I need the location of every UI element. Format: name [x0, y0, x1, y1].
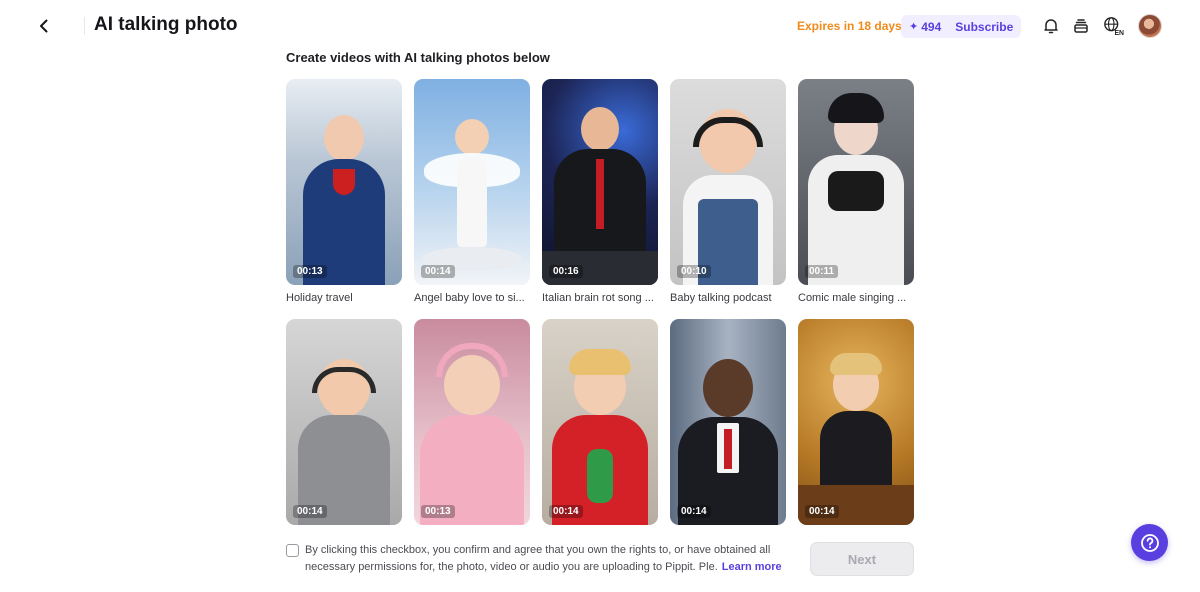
language-button[interactable]: EN [1103, 15, 1125, 37]
help-button[interactable] [1131, 524, 1168, 561]
credits-count: 494 [921, 19, 942, 34]
person-figure [436, 343, 508, 377]
credits-pill[interactable]: ✦ 494 Subscribe [901, 15, 1021, 38]
template-thumbnail: 00:14 [798, 319, 914, 525]
template-label: Holiday travel [286, 292, 353, 304]
person-figure [596, 159, 604, 229]
consent-statement: By clicking this checkbox, you confirm a… [305, 544, 771, 573]
person-figure [455, 119, 489, 155]
person-figure [587, 449, 613, 503]
template-thumbnail: 00:14 [414, 79, 530, 285]
svg-text:EN: EN [1114, 30, 1124, 37]
notifications-button[interactable] [1040, 15, 1062, 37]
title-divider [84, 17, 85, 35]
person-figure [828, 93, 884, 123]
duration-badge: 00:16 [549, 265, 583, 278]
template-thumbnail: 00:14 [286, 319, 402, 525]
duration-badge: 00:10 [677, 265, 711, 278]
duration-badge: 00:11 [805, 265, 839, 278]
section-heading: Create videos with AI talking photos bel… [286, 50, 550, 65]
consent-text: By clicking this checkbox, you confirm a… [305, 542, 805, 576]
duration-badge: 00:13 [293, 265, 327, 278]
learn-more-link[interactable]: Learn more [722, 561, 782, 573]
template-card[interactable]: 00:14 [286, 319, 402, 525]
person-figure [324, 115, 364, 161]
template-card[interactable]: 00:14 [798, 319, 914, 525]
bell-icon [1044, 19, 1058, 34]
chevron-left-icon [40, 19, 48, 33]
sparkle-icon: ✦ [909, 21, 919, 33]
template-thumbnail: 00:10 [670, 79, 786, 285]
rights-checkbox[interactable] [286, 544, 299, 557]
template-thumbnail: 00:14 [542, 319, 658, 525]
template-card[interactable]: 00:16 Italian brain rot song ... [542, 79, 658, 304]
back-button[interactable] [30, 12, 58, 40]
person-figure [828, 171, 884, 211]
expiry-notice: Expires in 18 days [797, 19, 902, 33]
projects-button[interactable] [1070, 15, 1092, 37]
duration-badge: 00:14 [549, 505, 583, 518]
person-figure [569, 349, 631, 375]
duration-badge: 00:13 [421, 505, 455, 518]
avatar[interactable] [1138, 14, 1162, 38]
template-card[interactable]: 00:10 Baby talking podcast [670, 79, 786, 304]
template-thumbnail: 00:13 [286, 79, 402, 285]
duration-badge: 00:14 [421, 265, 455, 278]
template-card[interactable]: 00:14 [670, 319, 786, 525]
template-card[interactable]: 00:14 [542, 319, 658, 525]
globe-icon: EN [1104, 17, 1124, 37]
template-thumbnail: 00:16 [542, 79, 658, 285]
next-button[interactable]: Next [810, 542, 914, 576]
person-figure [724, 429, 732, 469]
duration-badge: 00:14 [293, 505, 327, 518]
template-thumbnail: 00:13 [414, 319, 530, 525]
template-card[interactable]: 00:14 Angel baby love to si... [414, 79, 530, 304]
subscribe-button[interactable]: Subscribe [955, 20, 1013, 34]
duration-badge: 00:14 [677, 505, 711, 518]
template-label: Baby talking podcast [670, 292, 772, 304]
template-label: Italian brain rot song ... [542, 292, 654, 304]
page-title: AI talking photo [94, 14, 238, 35]
template-card[interactable]: 00:11 Comic male singing ... [798, 79, 914, 304]
top-bar: AI talking photo Expires in 18 days ✦ 49… [0, 0, 1200, 52]
template-label: Comic male singing ... [798, 292, 907, 304]
person-figure [703, 359, 753, 417]
person-figure [581, 107, 619, 151]
template-thumbnail: 00:11 [798, 79, 914, 285]
person-figure [457, 157, 487, 247]
stack-icon [1074, 19, 1088, 33]
person-figure [820, 411, 892, 491]
template-card[interactable]: 00:13 [414, 319, 530, 525]
help-icon [1140, 533, 1159, 552]
template-thumbnail: 00:14 [670, 319, 786, 525]
duration-badge: 00:14 [805, 505, 839, 518]
template-card[interactable]: 00:13 Holiday travel [286, 79, 402, 304]
person-figure [333, 169, 355, 195]
template-label: Angel baby love to si... [414, 292, 525, 304]
person-figure [830, 353, 882, 375]
